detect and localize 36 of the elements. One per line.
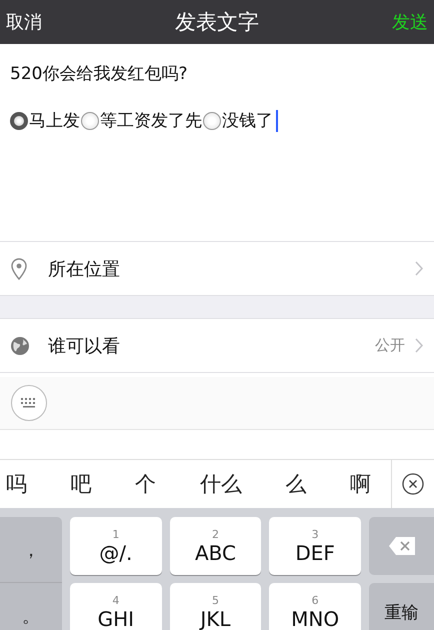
letter-key[interactable]: 3 DEF (269, 517, 361, 575)
letter-key[interactable]: 2 ABC (170, 517, 262, 575)
radio-button[interactable] (10, 112, 28, 130)
chevron-icon (415, 338, 424, 353)
reset-key[interactable]: 重输 (369, 583, 434, 630)
option-text: 马上发 (29, 110, 80, 132)
candidate-word[interactable]: 什么 (200, 470, 242, 498)
candidate-word[interactable]: 吗 (6, 470, 27, 498)
send-button[interactable]: 发送 (392, 10, 428, 34)
radio-button[interactable] (81, 112, 99, 130)
candidate-word[interactable]: 么 (285, 470, 306, 498)
settings-row[interactable]: 所在位置 (0, 241, 434, 296)
candidate-word[interactable]: 啊 (350, 470, 371, 498)
candidate-word[interactable]: 个 (135, 470, 156, 498)
letter-key[interactable]: 5 JKL (170, 583, 262, 630)
text-cursor (276, 110, 278, 132)
chevron-icon (415, 261, 424, 276)
letter-key[interactable]: 1 @/. (70, 517, 162, 575)
keyboard-button[interactable] (11, 385, 47, 421)
cancel-button[interactable]: 取消 (6, 10, 42, 34)
punctuation-key[interactable]: 。 (0, 583, 62, 630)
page-title: 发表文字 (175, 9, 259, 36)
text-area[interactable]: 520你会给我发红包吗? 马上发 等工资发了先 没钱了 (0, 44, 434, 241)
keyboard-icon (20, 397, 38, 409)
candidate-word[interactable]: 吧 (70, 470, 92, 498)
row-label: 谁可以看 (48, 334, 120, 358)
option-text: 没钱了 (222, 110, 273, 132)
punctuation-key[interactable]: ， (0, 517, 62, 583)
backspace-icon (388, 536, 416, 556)
row-value: 公开 (375, 336, 405, 355)
letter-key[interactable]: 6 MNO (269, 583, 361, 630)
radio-button[interactable] (203, 112, 221, 130)
question-text: 520你会给我发红包吗? (10, 63, 188, 85)
row-label: 所在位置 (48, 258, 120, 280)
option-text: 等工资发了先 (100, 110, 202, 132)
letter-key[interactable]: 4 GHI (70, 583, 162, 630)
